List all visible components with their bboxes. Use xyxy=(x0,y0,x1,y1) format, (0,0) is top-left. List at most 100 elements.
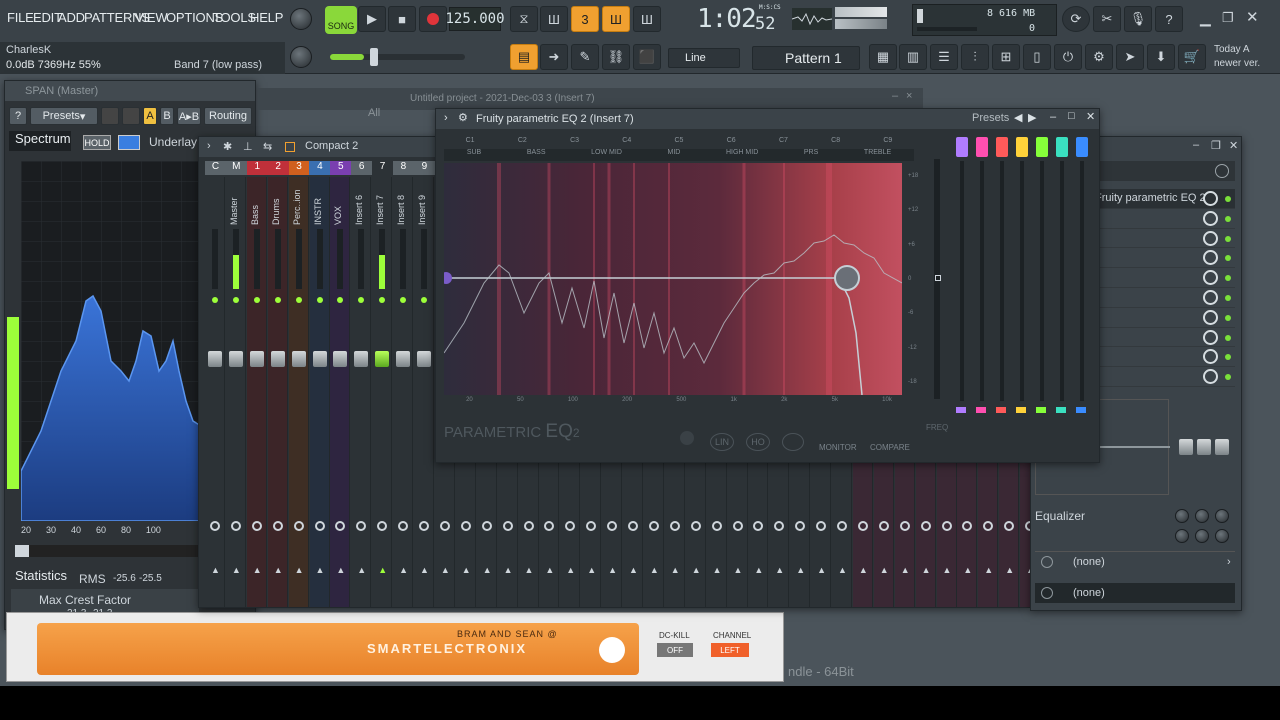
eq-band-type-swatch[interactable] xyxy=(956,407,966,413)
slot-mix-knob[interactable] xyxy=(1203,230,1218,246)
track-number[interactable]: 1 xyxy=(246,161,268,175)
send-knob[interactable] xyxy=(816,521,827,531)
slot-mix-knob[interactable] xyxy=(1203,289,1218,305)
eq-lin-button[interactable]: LIN xyxy=(710,433,734,451)
eq-band-type-swatch[interactable] xyxy=(1056,407,1066,413)
send-knob[interactable] xyxy=(774,521,785,531)
track-number[interactable]: 7 xyxy=(372,161,394,175)
master-volume-knob[interactable] xyxy=(290,8,312,30)
send-knob[interactable] xyxy=(753,521,764,531)
eq-graph[interactable] xyxy=(444,163,902,395)
route-arrow-icon[interactable]: ▲ xyxy=(817,565,826,575)
send-knob[interactable] xyxy=(398,521,409,531)
eq-band-handle[interactable] xyxy=(1076,137,1088,157)
menu-view[interactable]: VIEW xyxy=(135,10,168,25)
mute-led[interactable] xyxy=(379,297,386,303)
eq-fader-low[interactable] xyxy=(1179,439,1193,455)
project-titlebar[interactable]: Untitled project - 2021-Dec-03 3 (Insert… xyxy=(258,88,923,110)
send-knob[interactable] xyxy=(502,521,513,531)
send-knob[interactable] xyxy=(1004,521,1015,531)
route-arrow-icon[interactable]: ▲ xyxy=(295,565,304,575)
mute-led[interactable] xyxy=(253,297,260,303)
record-button[interactable] xyxy=(419,6,447,32)
eq-knob-4[interactable] xyxy=(1175,529,1189,543)
route-arrow-icon[interactable]: ▲ xyxy=(671,565,680,575)
mixer-link-icon[interactable]: ⇆ xyxy=(263,140,272,153)
eq-gear-icon[interactable]: ⚙ xyxy=(458,111,468,124)
mixer-strip[interactable]: Master ▲ xyxy=(225,177,246,607)
eq-band-track[interactable] xyxy=(1020,161,1024,401)
route-arrow-icon[interactable]: ▲ xyxy=(399,565,408,575)
eq-close-icon[interactable]: ✕ xyxy=(1086,110,1095,123)
download-icon[interactable]: ⬇ xyxy=(1147,44,1175,70)
spectrum-display[interactable] xyxy=(20,161,202,522)
send-knob[interactable] xyxy=(690,521,701,531)
tempo-tap-icon[interactable]: ⚙ xyxy=(1085,44,1113,70)
route-arrow-icon[interactable]: ▲ xyxy=(378,565,387,575)
menu-add[interactable]: ADD xyxy=(58,10,85,25)
mute-led[interactable] xyxy=(274,297,281,303)
mute-led[interactable] xyxy=(232,297,239,303)
send-knob[interactable] xyxy=(899,521,910,531)
slot-enable-led[interactable] xyxy=(1225,334,1231,341)
eq-knob-3[interactable] xyxy=(1215,509,1229,523)
track-name[interactable]: Insert 6 xyxy=(354,181,364,225)
track-name[interactable]: VOX xyxy=(333,181,343,225)
pencil-icon[interactable]: ✎ xyxy=(571,44,599,70)
send-knob[interactable] xyxy=(586,521,597,531)
loop-record-icon[interactable]: Ш xyxy=(633,6,661,32)
track-name[interactable]: Bass xyxy=(250,181,260,225)
step-edit-icon[interactable]: Ш xyxy=(602,6,630,32)
eq-band-handle[interactable] xyxy=(1016,137,1028,157)
eq-band-track[interactable] xyxy=(1040,161,1044,401)
route-arrow-icon[interactable]: ▲ xyxy=(796,565,805,575)
pattern-selector[interactable]: Pattern 1 xyxy=(752,46,860,70)
eq-band-handle[interactable] xyxy=(1036,137,1048,157)
eq-band-track[interactable] xyxy=(1060,161,1064,401)
wait-input-icon[interactable]: Ш xyxy=(540,6,568,32)
mute-led[interactable] xyxy=(295,297,302,303)
eq-knob-2[interactable] xyxy=(1195,509,1209,523)
route-arrow-icon[interactable]: ▲ xyxy=(232,565,241,575)
hold-button[interactable]: HOLD xyxy=(83,135,111,150)
route-arrow-icon[interactable]: ▲ xyxy=(420,565,429,575)
send-knob[interactable] xyxy=(210,521,220,531)
span-prev-icon[interactable] xyxy=(101,107,119,125)
eq-prev-preset-icon[interactable]: ◀ xyxy=(1014,111,1022,124)
mixer-strip[interactable]: Insert 7 ▲ xyxy=(372,177,393,607)
volume-fader[interactable] xyxy=(270,351,285,367)
span-b-button[interactable]: B xyxy=(160,107,174,125)
slot-enable-led[interactable] xyxy=(1225,255,1231,262)
span-a-button[interactable]: A xyxy=(143,107,157,125)
route-arrow-icon[interactable]: ▲ xyxy=(713,565,722,575)
mixer-icon[interactable]: ▦ xyxy=(869,44,897,70)
volume-fader[interactable] xyxy=(396,351,411,367)
play-button[interactable]: ▶ xyxy=(358,6,386,32)
send-knob[interactable] xyxy=(669,521,680,531)
track-number[interactable]: 2 xyxy=(267,161,289,175)
slot-enable-led[interactable] xyxy=(1225,374,1231,381)
slot-mix-knob[interactable] xyxy=(1203,191,1218,206)
send-knob[interactable] xyxy=(460,521,471,531)
mixer-faders-icon[interactable]: ⫶ xyxy=(961,44,989,70)
mixer-strip[interactable]: Insert 8 ▲ xyxy=(393,177,414,607)
route-arrow-icon[interactable]: ▲ xyxy=(775,565,784,575)
send-knob[interactable] xyxy=(230,521,241,531)
eq-next-preset-icon[interactable]: ▶ xyxy=(1028,111,1036,124)
route-arrow-icon[interactable]: ▲ xyxy=(754,565,763,575)
route-arrow-icon[interactable]: ▲ xyxy=(629,565,638,575)
snap-selector[interactable]: Line xyxy=(668,48,740,68)
metronome-icon[interactable]: ⧖ xyxy=(510,6,538,32)
send-knob[interactable] xyxy=(565,521,576,531)
track-name[interactable]: Insert 8 xyxy=(396,181,406,225)
route-arrow-icon[interactable]: ▲ xyxy=(734,565,743,575)
insert-clock-icon[interactable] xyxy=(1215,164,1229,178)
project-close-icon[interactable]: × xyxy=(906,90,912,102)
cart-icon[interactable]: 🛒 xyxy=(1178,44,1206,70)
channel-rack-icon[interactable]: ▥ xyxy=(899,44,927,70)
send-knob[interactable] xyxy=(795,521,806,531)
mute-led[interactable] xyxy=(400,297,407,303)
mixer-filter-dropdown[interactable]: All xyxy=(362,107,422,125)
menu-file[interactable]: FILE xyxy=(7,10,34,25)
eq-collapse-icon[interactable]: › xyxy=(444,112,448,124)
